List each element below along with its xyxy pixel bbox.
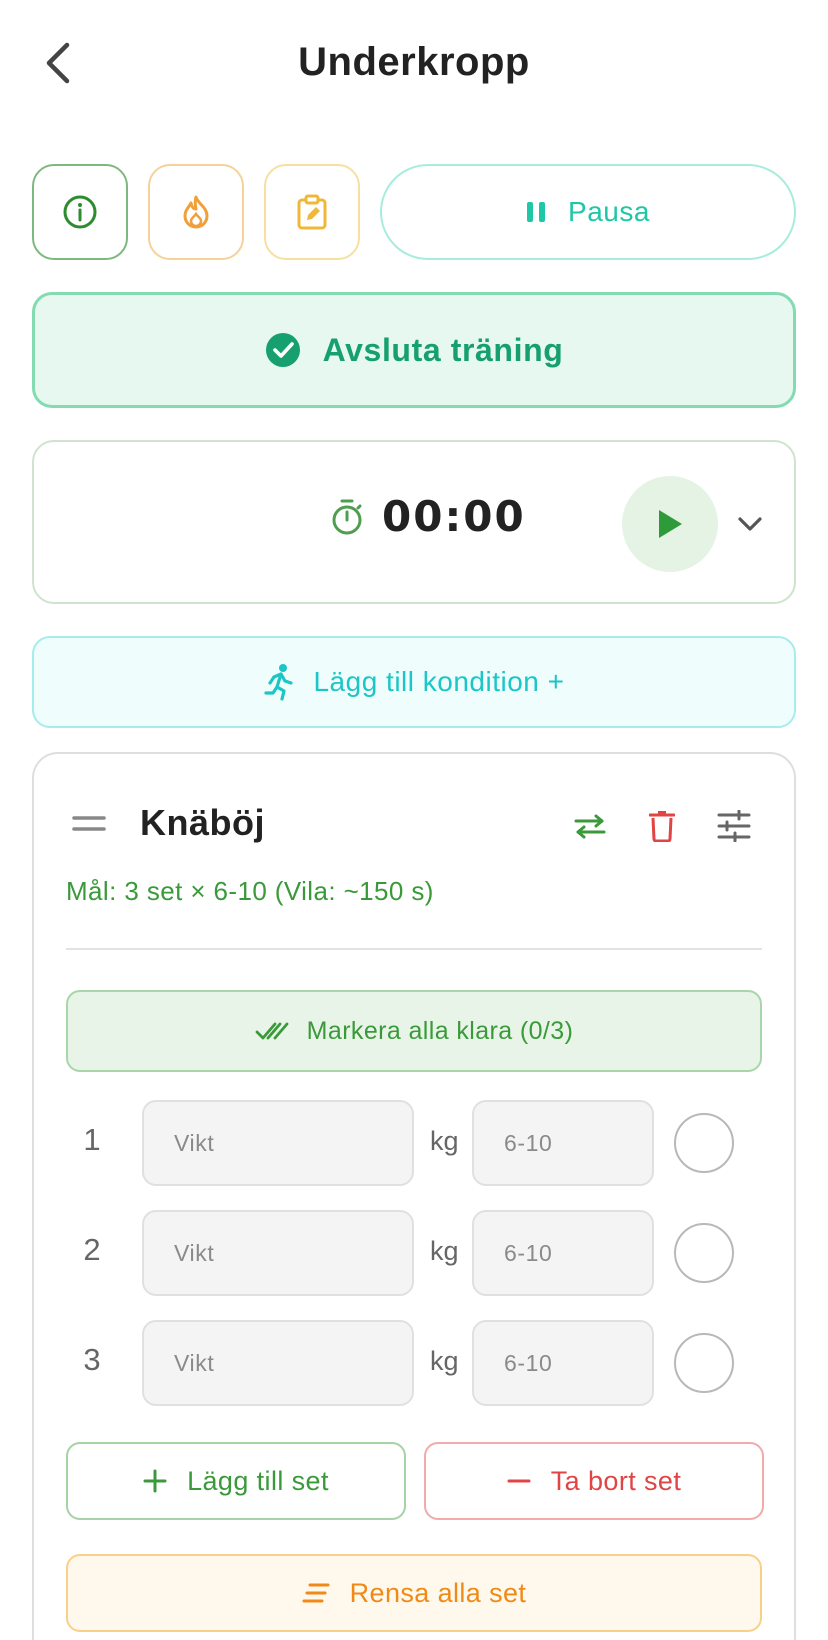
- delete-exercise-button[interactable]: [638, 802, 686, 850]
- reps-input[interactable]: [472, 1210, 654, 1296]
- remove-set-label: Ta bort set: [550, 1465, 682, 1496]
- fire-button[interactable]: [148, 164, 244, 260]
- timer-value: 00:00: [382, 492, 526, 541]
- clear-all-sets-button[interactable]: Rensa alla set: [66, 1554, 762, 1632]
- set-done-checkbox[interactable]: [674, 1333, 734, 1393]
- clear-all-sets-label: Rensa alla set: [349, 1577, 527, 1608]
- tune-icon: [717, 810, 751, 842]
- weight-input[interactable]: [142, 1100, 414, 1186]
- mark-all-done-label: Markera alla klara (0/3): [306, 1016, 574, 1045]
- mark-all-done-button[interactable]: Markera alla klara (0/3): [66, 990, 762, 1072]
- set-number: 2: [83, 1232, 101, 1267]
- weight-input[interactable]: [142, 1320, 414, 1406]
- drag-handle-icon: [72, 816, 106, 831]
- pause-label: Pausa: [568, 196, 650, 227]
- reps-input[interactable]: [472, 1100, 654, 1186]
- set-row: 3 kg: [66, 1320, 762, 1406]
- page-title: Underkropp: [298, 40, 530, 84]
- rest-timer-card: 00:00: [32, 440, 796, 604]
- add-cardio-button[interactable]: Lägg till kondition +: [32, 636, 796, 728]
- clipboard-edit-icon: [297, 194, 327, 230]
- reps-input[interactable]: [472, 1320, 654, 1406]
- check-circle-icon: [265, 333, 300, 367]
- set-number: 3: [83, 1342, 101, 1377]
- set-number: 1: [83, 1122, 101, 1157]
- weight-unit: kg: [430, 1236, 459, 1266]
- info-icon: [63, 195, 97, 229]
- running-icon: [264, 664, 294, 701]
- set-done-checkbox[interactable]: [674, 1223, 734, 1283]
- remove-set-button[interactable]: Ta bort set: [424, 1442, 764, 1520]
- timer-display: 00:00: [330, 492, 526, 541]
- plus-icon: [143, 1469, 167, 1493]
- set-row: 1 kg: [66, 1100, 762, 1186]
- minus-icon: [507, 1479, 531, 1483]
- header: Underkropp: [0, 0, 828, 130]
- swap-exercise-button[interactable]: [566, 802, 614, 850]
- weight-input[interactable]: [142, 1210, 414, 1296]
- divider: [66, 948, 762, 950]
- fire-icon: [183, 195, 209, 229]
- chevron-down-icon: [738, 517, 762, 531]
- info-button[interactable]: [32, 164, 128, 260]
- exercise-card: Knäböj Mål: 3 set × 6-10 (Vila: ~150 s): [32, 752, 796, 1640]
- drag-handle[interactable]: [72, 814, 106, 834]
- clear-all-icon: [302, 1583, 330, 1603]
- weight-unit: kg: [430, 1126, 459, 1156]
- exercise-settings-button[interactable]: [710, 802, 758, 850]
- play-icon: [659, 510, 682, 538]
- add-set-label: Lägg till set: [187, 1465, 329, 1496]
- finish-workout-label: Avsluta träning: [322, 331, 564, 368]
- add-set-button[interactable]: Lägg till set: [66, 1442, 406, 1520]
- double-check-icon: [255, 1022, 289, 1040]
- expand-timer-button[interactable]: [728, 502, 772, 546]
- stopwatch-icon: [332, 499, 362, 534]
- exercise-goal: Mål: 3 set × 6-10 (Vila: ~150 s): [66, 876, 434, 906]
- pause-button[interactable]: Pausa: [380, 164, 796, 260]
- finish-workout-button[interactable]: Avsluta träning: [32, 292, 796, 408]
- trash-icon: [649, 811, 675, 842]
- start-timer-button[interactable]: [622, 476, 718, 572]
- set-row: 2 kg: [66, 1210, 762, 1296]
- notes-button[interactable]: [264, 164, 360, 260]
- set-done-checkbox[interactable]: [674, 1113, 734, 1173]
- swap-icon: [574, 814, 606, 839]
- pause-icon: [527, 202, 546, 222]
- weight-unit: kg: [430, 1346, 459, 1376]
- exercise-name: Knäböj: [140, 802, 265, 843]
- add-cardio-label: Lägg till kondition +: [313, 666, 565, 697]
- workout-toolbar: Pausa: [32, 164, 796, 260]
